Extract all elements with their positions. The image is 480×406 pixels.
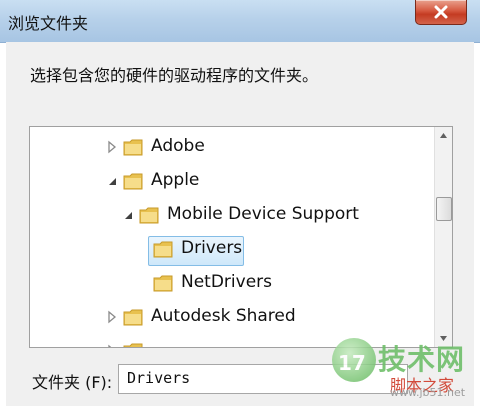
dialog-description: 选择包含您的硬件的驱动程序的文件夹。 [30, 66, 319, 85]
folder-icon [123, 173, 143, 190]
tree-item-label: Mobile Device Support [167, 204, 359, 224]
watermark-url: www.jb51.net [390, 386, 466, 399]
title-bar[interactable]: 浏览文件夹 [0, 0, 480, 43]
triangle-down-icon[interactable] [122, 208, 134, 222]
folder-icon [139, 207, 159, 224]
tree-item-label: Adobe [151, 136, 205, 156]
arrow-up-icon [440, 133, 447, 138]
close-x-icon [434, 5, 448, 19]
tree-item-mobile-device-support[interactable]: Mobile Device Support [30, 201, 432, 231]
folder-tree[interactable]: Adobe Apple Mobile Device Support Driver… [29, 126, 453, 348]
folder-icon [153, 241, 173, 258]
scroll-up-button[interactable] [435, 127, 452, 144]
tree-item-apple[interactable]: Apple [30, 167, 432, 197]
tree-item-label: Autodesk Shared [151, 306, 296, 326]
tree-item-label: NetDrivers [181, 272, 273, 292]
triangle-right-icon[interactable] [106, 344, 118, 348]
triangle-right-icon[interactable] [106, 310, 118, 324]
folder-icon [123, 343, 143, 347]
tree-item-drivers[interactable]: Drivers [30, 235, 432, 266]
browse-folder-dialog: 浏览文件夹 选择包含您的硬件的驱动程序的文件夹。 Adobe Apple Mob… [0, 0, 480, 406]
triangle-down-icon[interactable] [106, 174, 118, 188]
tree-item-adobe[interactable]: Adobe [30, 133, 432, 163]
close-button[interactable] [415, 0, 467, 25]
watermark-logo: 17 [332, 338, 376, 382]
watermark-logo-text: 17 [338, 351, 366, 375]
triangle-right-icon[interactable] [106, 140, 118, 154]
tree-item-label: Drivers [181, 238, 243, 258]
scroll-thumb[interactable] [436, 197, 452, 221]
vertical-scrollbar[interactable] [434, 127, 452, 347]
tree-item-netdrivers[interactable]: NetDrivers [30, 269, 432, 299]
site-watermark: 17 技术网 脚本之家 www.jb51.net [332, 334, 478, 404]
window-title: 浏览文件夹 [8, 14, 89, 33]
folder-icon [123, 309, 143, 326]
tree-item-label: Apple [151, 170, 200, 190]
folder-icon [153, 275, 173, 292]
folder-icon [123, 139, 143, 156]
folder-field-label: 文件夹 (F): [32, 373, 113, 392]
tree-item-autodesk-shared[interactable]: Autodesk Shared [30, 303, 432, 333]
